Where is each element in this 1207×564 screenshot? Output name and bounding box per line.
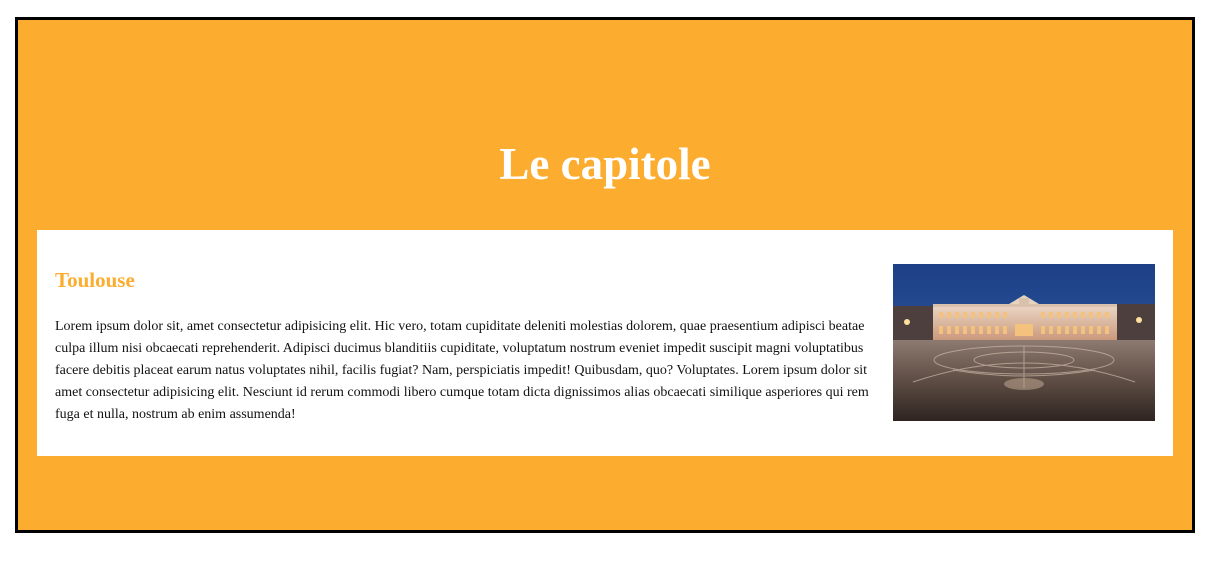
- page-title: Le capitole: [499, 139, 711, 189]
- card-paragraph: Lorem ipsum dolor sit, amet consectetur …: [55, 319, 869, 422]
- page-frame: Le capitole Toulouse Lorem ipsum dolor s…: [15, 17, 1195, 533]
- capitole-photo: [893, 264, 1155, 421]
- card-subtitle: Toulouse: [55, 268, 135, 292]
- content-card: Toulouse Lorem ipsum dolor sit, amet con…: [37, 230, 1173, 456]
